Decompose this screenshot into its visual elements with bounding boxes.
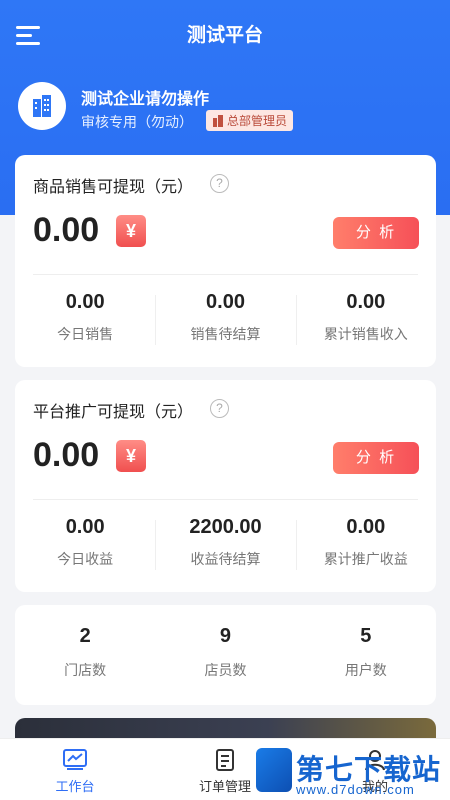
stat-total-earnings[interactable]: 0.00 累计推广收益 [295,512,436,578]
stat-total-sales[interactable]: 0.00 累计销售收入 [295,287,436,353]
role-badge: 总部管理员 [206,110,294,131]
tab-label: 订单管理 [198,779,251,794]
org-name: 测试企业请勿操作 [81,91,210,108]
user-count[interactable]: 5 用户数 [296,605,436,705]
analyze-button[interactable]: 分 析 [333,217,419,249]
stat-label: 累计推广收益 [323,551,408,567]
withdrawable-amount: 0.00 [33,211,100,249]
chart-icon [63,749,87,770]
counts-card: 2 门店数 9 店员数 5 用户数 [15,605,436,705]
building-icon [18,82,66,130]
stat-label: 累计销售收入 [323,326,408,342]
count-value: 9 [219,625,232,647]
document-icon [216,749,234,771]
count-label: 用户数 [344,662,387,678]
yen-icon: ¥ [116,440,146,472]
badge-building-icon [213,114,223,127]
top-bar: 测试平台 [0,0,450,66]
org-subtitle: 审核专用（勿动） [81,114,193,130]
stat-value: 0.00 [346,291,386,313]
help-icon[interactable]: ? [210,399,229,418]
stat-today-sales[interactable]: 0.00 今日销售 [15,287,155,353]
promotion-card: 平台推广可提现（元） ? 0.00 ¥ 分 析 0.00 今日收益 2200.0… [15,380,436,592]
stat-today-earnings[interactable]: 0.00 今日收益 [15,512,155,578]
divider [33,499,418,500]
count-value: 5 [360,625,372,647]
stats-row: 0.00 今日销售 0.00 销售待结算 0.00 累计销售收入 [15,287,436,353]
stat-value: 0.00 [65,291,105,313]
org-info: 测试企业请勿操作 审核专用（勿动） 总部管理员 [18,82,438,134]
count-label: 门店数 [64,662,107,678]
help-icon[interactable]: ? [210,174,229,193]
stat-value: 0.00 [206,291,245,313]
watermark: 第七下载站 www.d7down.com [256,748,446,798]
tab-label: 工作台 [55,779,95,794]
stat-label: 收益待结算 [190,551,261,567]
stat-label: 今日收益 [57,551,114,567]
watermark-logo-icon [256,748,292,792]
stat-value: 2200.00 [189,516,262,538]
stat-label: 今日销售 [57,326,114,342]
stats-row: 0.00 今日收益 2200.00 收益待结算 0.00 累计推广收益 [15,512,436,578]
stat-pending-earnings[interactable]: 2200.00 收益待结算 [155,512,295,578]
stat-value: 0.00 [346,516,386,538]
sales-card: 商品销售可提现（元） ? 0.00 ¥ 分 析 0.00 今日销售 0.00 销… [15,155,436,367]
divider [33,274,418,275]
staff-count[interactable]: 9 店员数 [155,605,295,705]
watermark-url: www.d7down.com [296,782,415,797]
analyze-button[interactable]: 分 析 [333,442,419,474]
stat-value: 0.00 [65,516,105,538]
count-label: 店员数 [204,662,247,678]
yen-icon: ¥ [116,215,146,247]
tab-workbench[interactable]: 工作台 [0,739,150,800]
stat-pending-sales[interactable]: 0.00 销售待结算 [155,287,295,353]
role-badge-label: 总部管理员 [227,114,288,128]
card-title: 商品销售可提现（元） [33,179,194,196]
stat-label: 销售待结算 [190,326,261,342]
count-value: 2 [79,625,91,647]
store-count[interactable]: 2 门店数 [15,605,155,705]
card-title: 平台推广可提现（元） [33,404,194,421]
withdrawable-amount: 0.00 [33,436,100,474]
page-title: 测试平台 [186,25,263,46]
